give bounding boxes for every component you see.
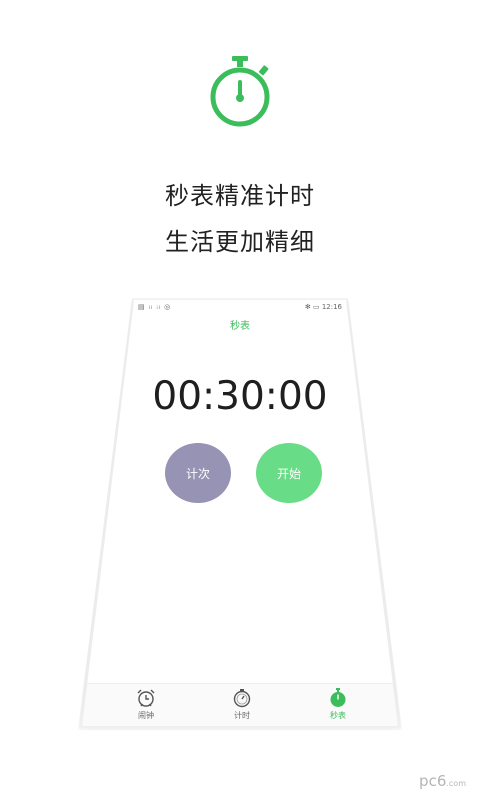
status-signal-icons: ▤ ᵢₗ ᵢₗ ◎ <box>138 303 172 311</box>
alarm-clock-icon <box>137 689 155 707</box>
tab-stopwatch-label: 秒表 <box>330 711 346 720</box>
tagline-line-2: 生活更加精细 <box>165 228 315 256</box>
watermark-suffix: .com <box>446 779 466 788</box>
start-button[interactable]: 开始 <box>256 443 322 503</box>
tab-alarm[interactable]: 闹钟 <box>116 688 176 721</box>
stopwatch-icon <box>330 688 346 707</box>
stopwatch-icon <box>210 56 270 127</box>
lap-button[interactable]: 计次 <box>165 443 231 503</box>
status-bar: ▤ ᵢₗ ᵢₗ ◎ ✻ ▭ 12:16 <box>134 302 346 314</box>
bottom-tab-bar: 闹钟 计时 秒表 <box>82 683 398 726</box>
stopwatch-display: 00:30:00 <box>152 374 328 419</box>
watermark: pc6.com <box>419 772 466 790</box>
status-clock: ✻ ▭ 12:16 <box>304 303 342 311</box>
phone-mockup: ▤ ᵢₗ ᵢₗ ◎ ✻ ▭ 12:16 秒表 00:30:00 计次 开始 闹钟… <box>82 300 398 726</box>
watermark-text: pc6 <box>419 772 447 790</box>
timer-icon <box>233 689 251 708</box>
tab-stopwatch[interactable]: 秒表 <box>308 688 368 721</box>
tagline-line-1: 秒表精准计时 <box>165 182 315 210</box>
tab-timer-label: 计时 <box>234 711 250 720</box>
tab-timer[interactable]: 计时 <box>212 688 272 721</box>
tab-alarm-label: 闹钟 <box>138 711 154 720</box>
